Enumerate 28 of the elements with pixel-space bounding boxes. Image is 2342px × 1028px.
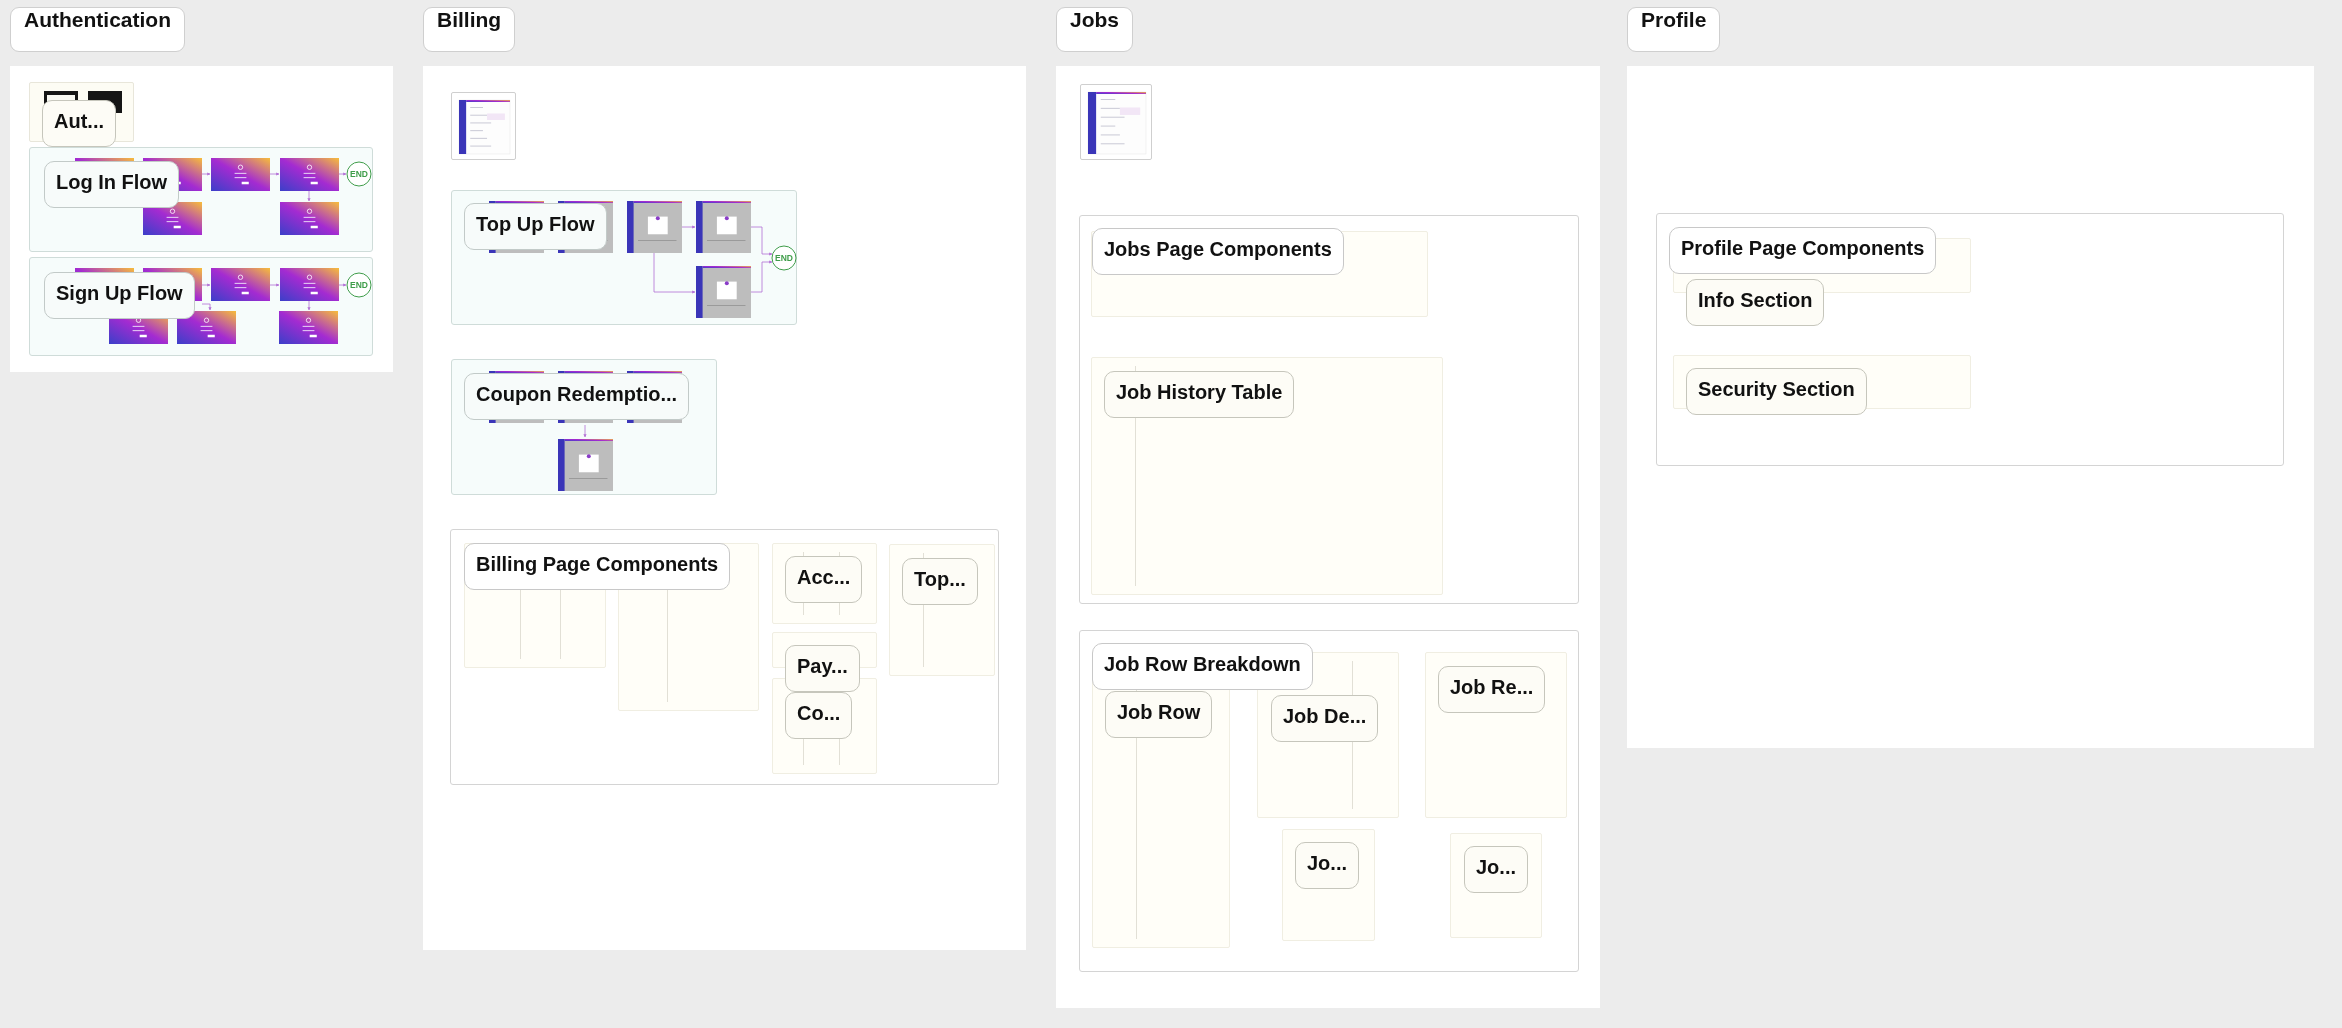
frame-label: Profile Page Components [1669,227,1937,274]
frame-label: Security Section [1686,368,1867,415]
frame-label: Job Row Breakdown [1092,643,1313,690]
frame-label: Top... [902,558,978,605]
section-title[interactable]: Billing [423,7,516,52]
frame-label: Acc... [785,556,863,603]
section-title[interactable]: Authentication [10,7,185,52]
frame-label: Job Re... [1438,666,1546,713]
frame-label: Job History Table [1104,371,1295,418]
frame-label: Jobs Page Components [1092,228,1344,275]
frame-label: Jo... [1295,842,1359,889]
frame-label: Sign Up Flow [44,272,195,319]
frame-label: Pay... [785,645,860,692]
section-title[interactable]: Jobs [1056,7,1133,52]
frame-label: Jo... [1464,846,1528,893]
frame-label: Log In Flow [44,161,180,208]
end-node: END [346,161,372,187]
end-node: END [771,245,797,271]
frame-label: Top Up Flow [464,203,607,250]
frame-label: Coupon Redemptio... [464,373,690,420]
section-title[interactable]: Profile [1627,7,1721,52]
end-node: END [346,272,372,298]
frame-label: Job De... [1271,695,1379,742]
frame-label: Billing Page Components [464,543,731,590]
frame-label: Co... [785,692,853,739]
frame-label: Aut... [42,100,116,147]
frame-label: Info Section [1686,279,1825,326]
frame-label: Job Row [1105,691,1213,738]
